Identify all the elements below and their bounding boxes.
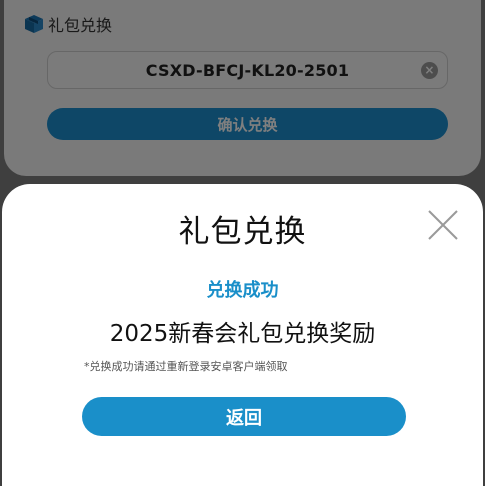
dialog-title: 礼包兑换 [178, 214, 307, 250]
return-label: 返回 [226, 407, 262, 429]
close-icon[interactable] [426, 208, 460, 242]
redeem-status: 兑换成功 [206, 280, 279, 301]
redeem-result-dialog: 礼包兑换 兑换成功 2025新春会礼包兑换奖励 *兑换成功请通过重新登录安卓客户… [2, 184, 483, 486]
claim-hint: *兑换成功请通过重新登录安卓客户端领取 [84, 360, 288, 373]
return-button[interactable]: 返回 [82, 397, 406, 436]
reward-name: 2025新春会礼包兑换奖励 [109, 321, 376, 347]
